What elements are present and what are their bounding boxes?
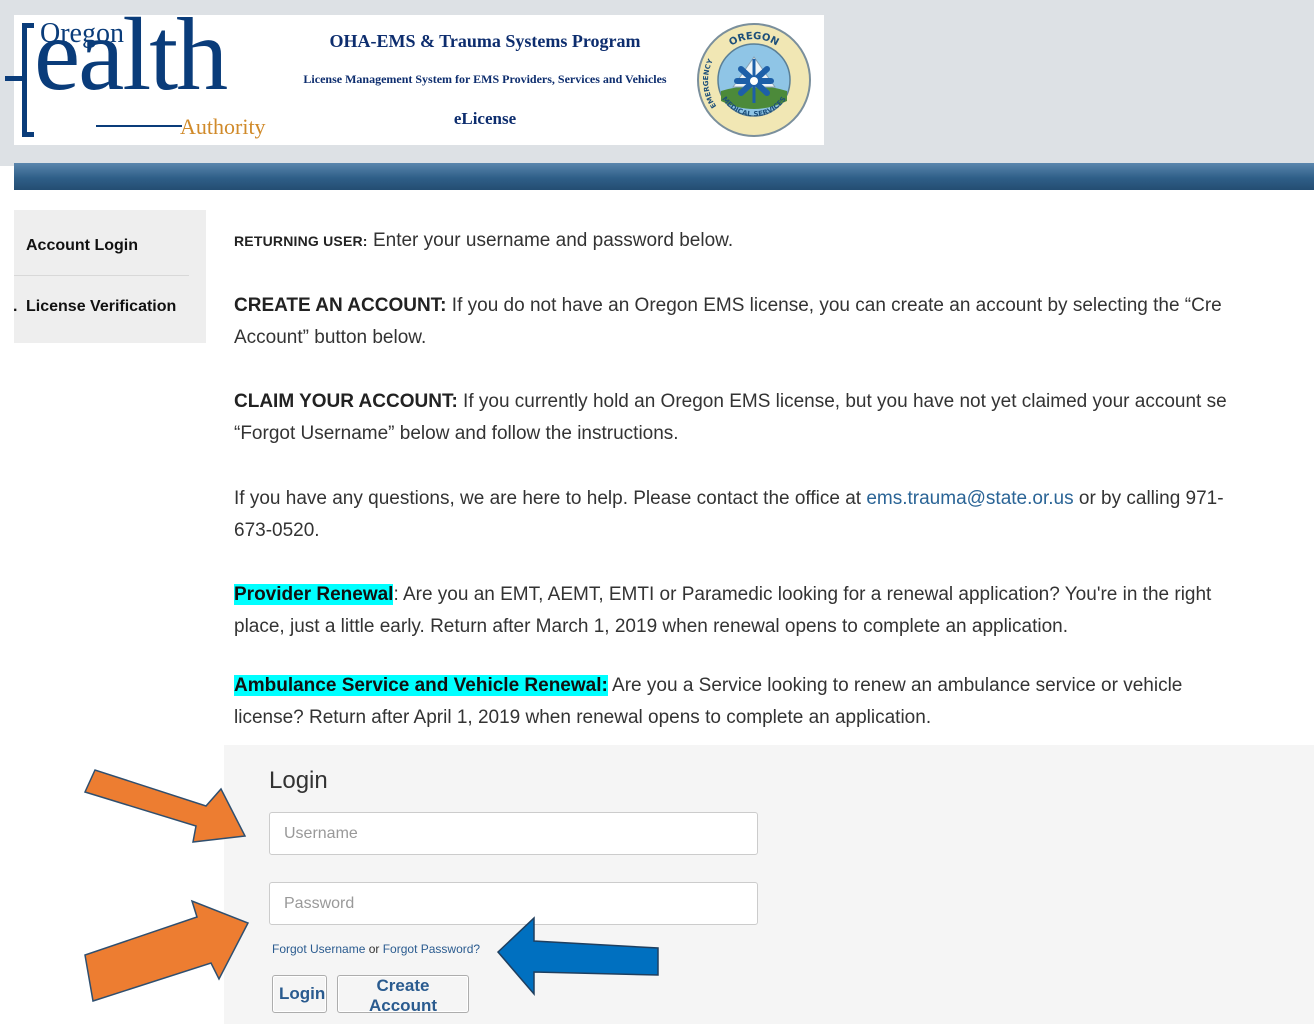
sidebar-item-label: License Verification bbox=[26, 298, 177, 315]
provider-renewal-label: Provider Renewal bbox=[234, 584, 394, 605]
forgot-password-link[interactable]: Forgot Password? bbox=[383, 942, 480, 956]
help-phone-text: 673-0520. bbox=[234, 520, 320, 541]
sidebar: Account Login . License Verification bbox=[13, 210, 206, 343]
create-account-text-2: Account” button below. bbox=[234, 327, 427, 348]
claim-account-label: CLAIM YOUR ACCOUNT: bbox=[234, 391, 458, 412]
sidebar-item-account-login[interactable]: Account Login bbox=[14, 216, 189, 276]
claim-account-paragraph-line2: “Forgot Username” below and follow the i… bbox=[234, 418, 1314, 450]
sidebar-item-license-verification[interactable]: . License Verification bbox=[13, 277, 206, 337]
help-email-link[interactable]: ems.trauma@state.or.us bbox=[866, 488, 1073, 509]
username-input[interactable] bbox=[269, 812, 758, 855]
ambulance-renewal-label: Ambulance Service and Vehicle Renewal: bbox=[234, 675, 608, 696]
claim-account-paragraph: CLAIM YOUR ACCOUNT: If you currently hol… bbox=[234, 386, 1314, 418]
provider-renewal-text: : Are you an EMT, AEMT, EMTI or Paramedi… bbox=[393, 584, 1212, 605]
help-paragraph-line2: 673-0520. bbox=[234, 515, 1314, 547]
logo-authority-text: Authority bbox=[180, 114, 266, 139]
forgot-or-text: or bbox=[365, 942, 383, 956]
header-title-block: OHA-EMS & Trauma Systems Program License… bbox=[270, 15, 700, 145]
ambulance-renewal-text: Are you a Service looking to renew an am… bbox=[607, 675, 1183, 696]
forgot-username-link[interactable]: Forgot Username bbox=[272, 942, 365, 956]
blue-arrow-icon bbox=[496, 916, 659, 997]
help-text-2: or by calling 971- bbox=[1073, 488, 1224, 509]
returning-user-text: Enter your username and password below. bbox=[367, 230, 734, 251]
returning-user-label: RETURNING USER: bbox=[234, 233, 368, 249]
logo-ealth-text: ealth bbox=[34, 0, 228, 112]
claim-account-text-2: “Forgot Username” below and follow the i… bbox=[234, 423, 679, 444]
ambulance-renewal-text-2: license? Return after April 1, 2019 when… bbox=[234, 707, 932, 728]
system-subtitle: License Management System for EMS Provid… bbox=[303, 72, 667, 86]
orange-arrow-icon bbox=[83, 769, 247, 843]
create-account-text: If you do not have an Oregon EMS license… bbox=[446, 295, 1222, 316]
forgot-links: Forgot Username or Forgot Password? bbox=[272, 942, 480, 956]
login-panel: Login Forgot Username or Forgot Password… bbox=[224, 745, 1314, 1024]
app-name: eLicense bbox=[453, 109, 517, 128]
login-title: Login bbox=[269, 767, 328, 794]
ambulance-renewal-paragraph-line2: license? Return after April 1, 2019 when… bbox=[234, 702, 1314, 734]
ambulance-renewal-paragraph: Ambulance Service and Vehicle Renewal: A… bbox=[234, 670, 1314, 702]
orange-arrow-icon bbox=[84, 899, 250, 1002]
logo-bracket bbox=[5, 23, 34, 137]
oha-logo: Oregon ealth Authority bbox=[5, 3, 269, 145]
header-nav-bar bbox=[14, 163, 1314, 190]
header-banner: Oregon ealth Authority OHA-EMS & Trauma … bbox=[5, 3, 824, 145]
sidebar-bullet: . bbox=[13, 298, 18, 315]
provider-renewal-paragraph: Provider Renewal: Are you an EMT, AEMT, … bbox=[234, 579, 1314, 611]
help-paragraph: If you have any questions, we are here t… bbox=[234, 483, 1314, 515]
login-button[interactable]: Login bbox=[272, 975, 327, 1013]
help-text: If you have any questions, we are here t… bbox=[234, 488, 867, 509]
create-account-label: CREATE AN ACCOUNT: bbox=[234, 295, 447, 316]
returning-user-paragraph: RETURNING USER: Enter your username and … bbox=[234, 225, 1314, 257]
create-account-paragraph: CREATE AN ACCOUNT: If you do not have an… bbox=[234, 290, 1314, 322]
program-title: OHA-EMS & Trauma Systems Program bbox=[329, 31, 641, 51]
claim-account-text: If you currently hold an Oregon EMS lice… bbox=[457, 391, 1227, 412]
ems-seal-icon: OREGON EMERGENCY MEDICAL SERVICES bbox=[697, 23, 811, 137]
provider-renewal-text-2: place, just a little early. Return after… bbox=[234, 616, 1069, 637]
logo-underline bbox=[96, 125, 182, 127]
create-account-button[interactable]: Create Account bbox=[337, 975, 469, 1015]
provider-renewal-paragraph-line2: place, just a little early. Return after… bbox=[234, 611, 1314, 643]
sidebar-item-label: Account Login bbox=[26, 237, 138, 254]
create-account-paragraph-line2: Account” button below. bbox=[234, 322, 1314, 354]
